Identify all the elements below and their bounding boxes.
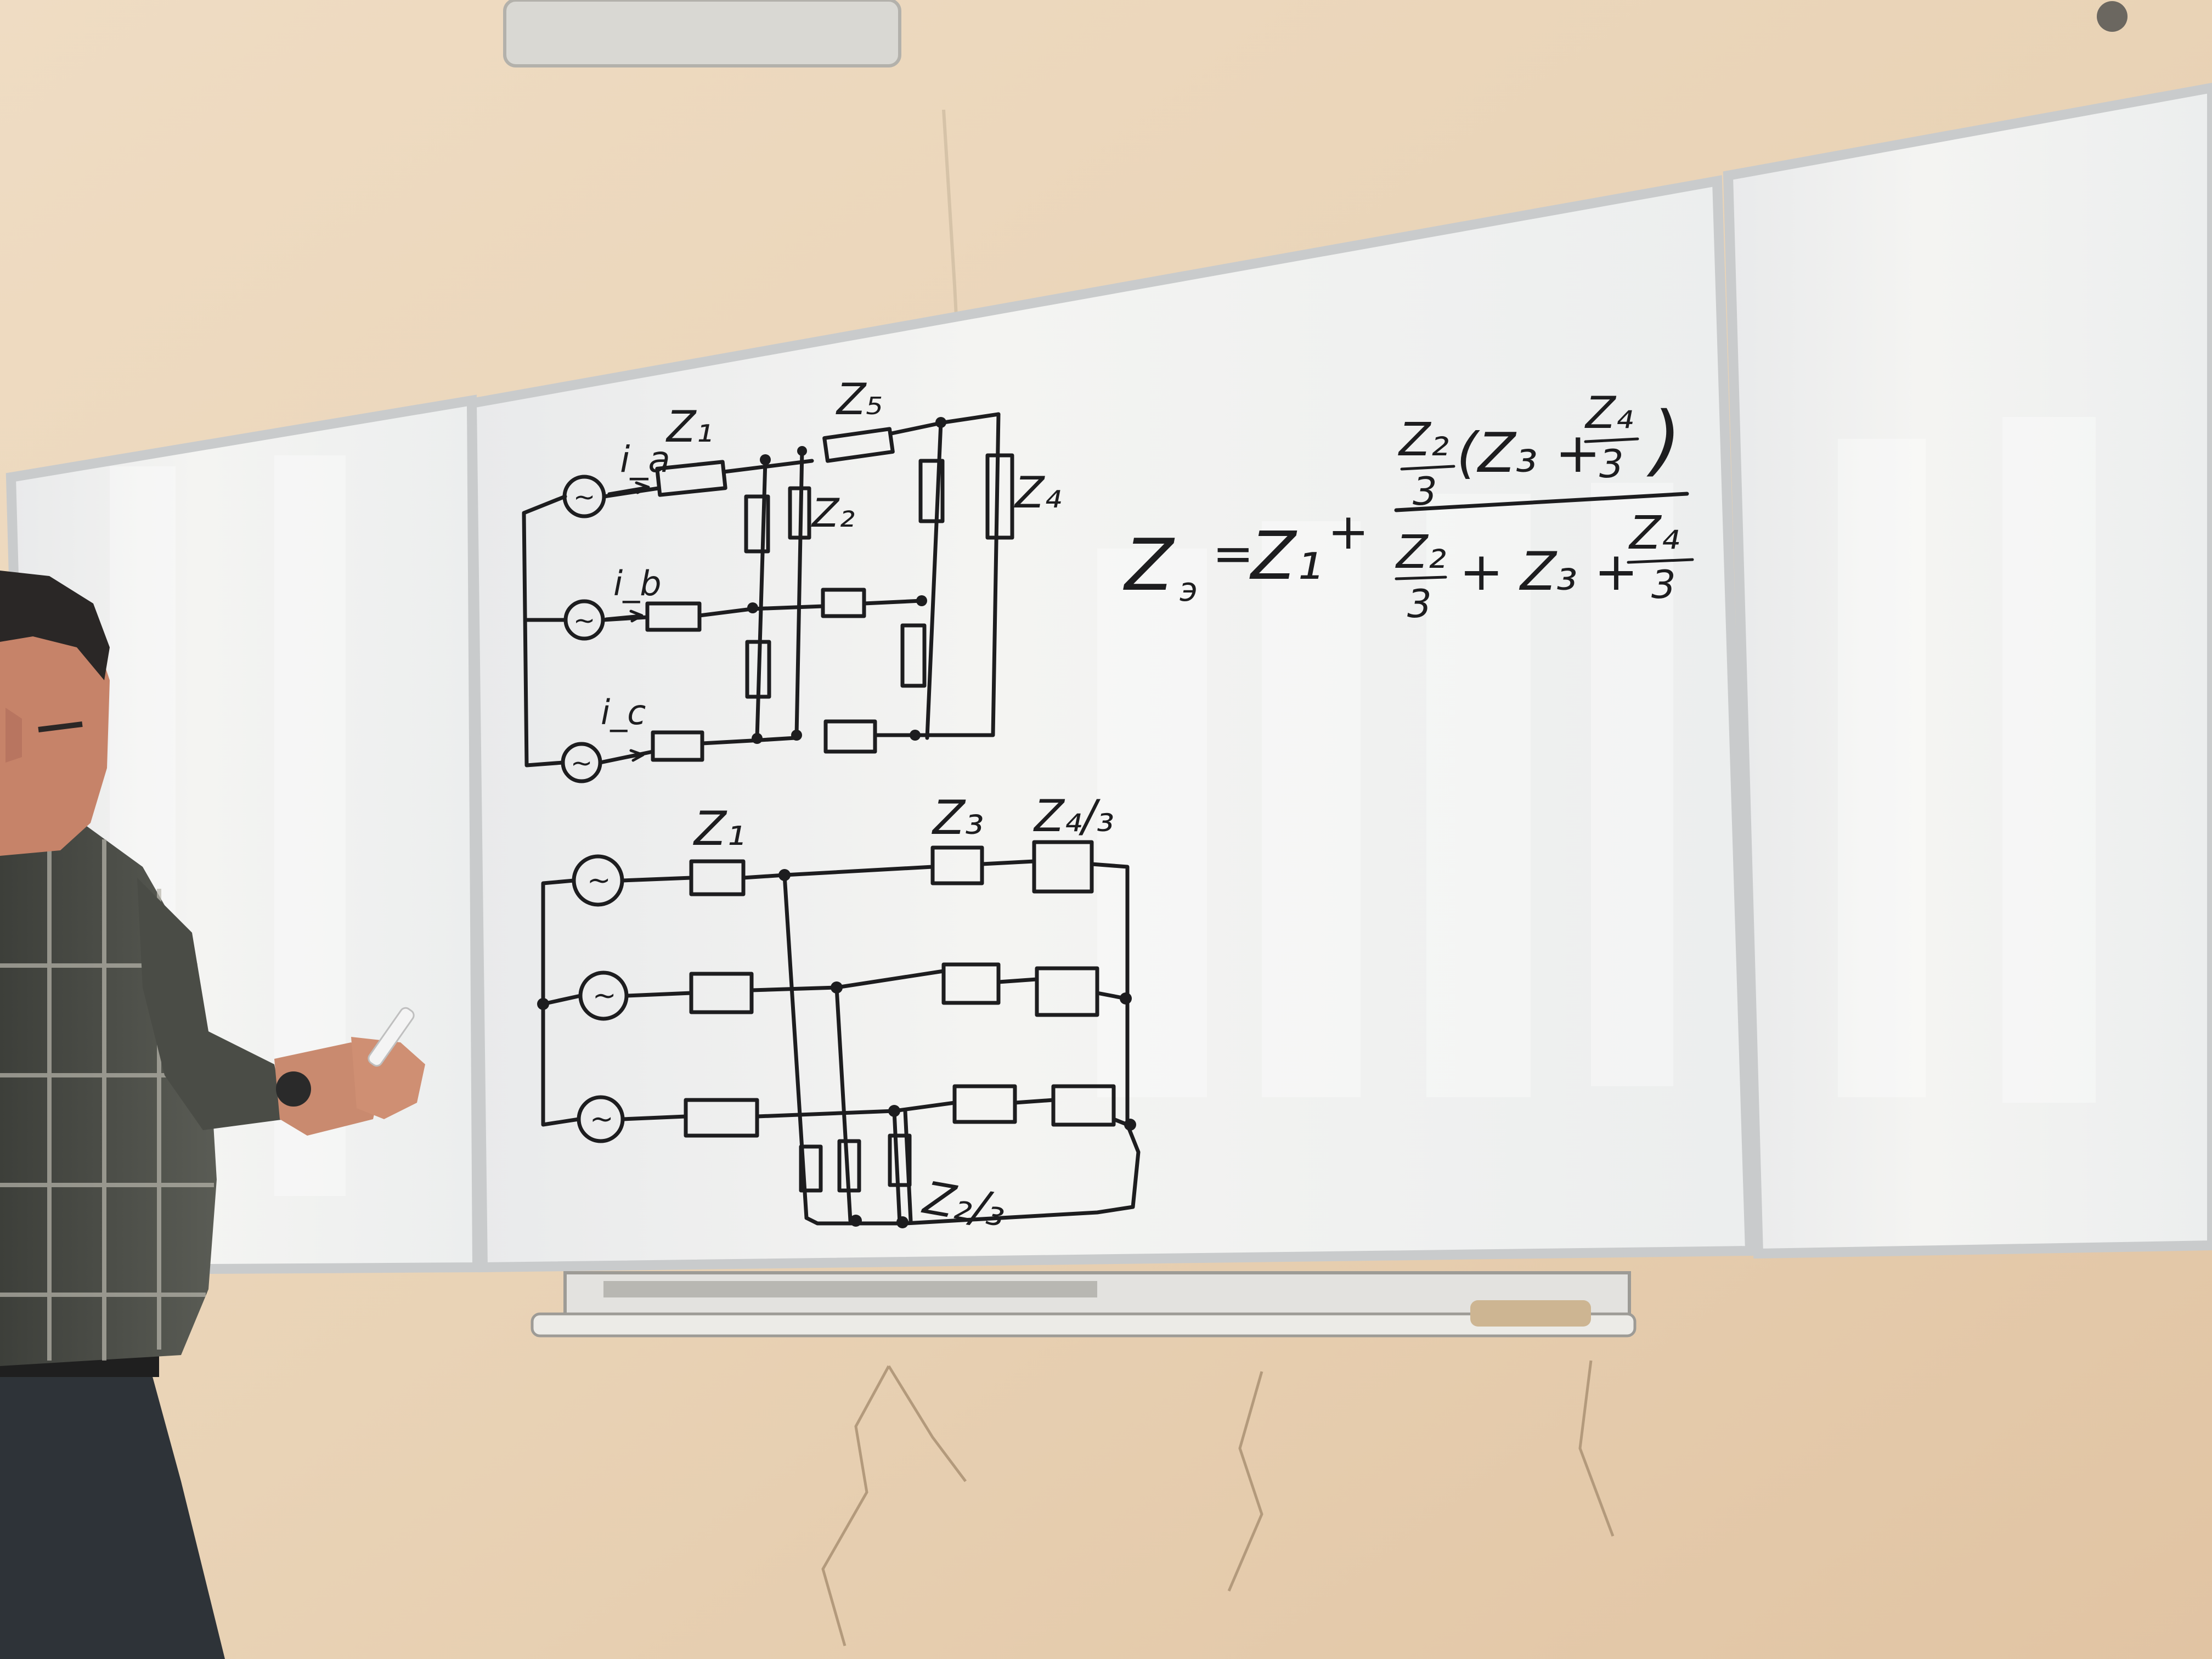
num-right-den: 3: [1599, 442, 1624, 487]
formula-lhs-sub: э: [1180, 571, 1198, 609]
marker-tray-lip: [531, 1312, 1637, 1338]
source-symbol: ~: [592, 979, 617, 1012]
impedance-label-z4: Z₄: [1014, 469, 1062, 518]
formula-plus: +: [1328, 503, 1369, 561]
current-label-b: i_b: [613, 563, 662, 603]
formula-equals: =: [1212, 525, 1254, 583]
source-symbol: ~: [573, 482, 595, 512]
source-symbol: ~: [571, 748, 592, 778]
den-right-num: Z₄: [1628, 506, 1679, 560]
tray-dirt: [603, 1281, 1097, 1297]
impedance-label-z4-over-3: Z₄/₃: [1033, 791, 1114, 842]
current-label-a: i_a: [620, 438, 670, 481]
num-right-num: Z₄: [1584, 387, 1633, 438]
den-left-den: 3: [1407, 582, 1432, 627]
den-mid: + Z₃ +: [1459, 541, 1638, 602]
impedance-label-z5: Z₅: [836, 375, 883, 425]
den-right-den: 3: [1651, 562, 1676, 607]
whiteboard-right-panel: [1723, 82, 2212, 1259]
current-label-c: i_c: [601, 692, 646, 732]
source-symbol: ~: [587, 864, 611, 897]
source-symbol: ~: [590, 1103, 614, 1136]
formula-term-z1: Z₁: [1249, 518, 1322, 595]
impedance-label-z2: Z₂: [811, 490, 855, 536]
num-left-num: Z₂: [1398, 413, 1449, 466]
formula-lhs: Z: [1123, 523, 1175, 607]
wall-hook: [2097, 1, 2128, 32]
eraser: [1470, 1300, 1591, 1327]
num-paren: (Z₃ +: [1457, 421, 1601, 485]
impedance-label-z1: Z₁: [665, 403, 713, 452]
num-paren-close: ): [1646, 396, 1681, 485]
impedance-label-z3: Z₃: [932, 791, 984, 845]
scene-svg: ~ ~ ~ i_a i_b i_c Z₁ Z₅ Z₂ Z₄ ~ ~ ~ Z₁ Z…: [0, 0, 2212, 1659]
impedance-label-z1: Z₁: [693, 802, 745, 856]
wristwatch: [276, 1071, 311, 1107]
source-symbol: ~: [573, 605, 595, 636]
classroom-scene: ~ ~ ~ i_a i_b i_c Z₁ Z₅ Z₂ Z₄ ~ ~ ~ Z₁ Z…: [0, 0, 2212, 1659]
den-left-num: Z₂: [1395, 525, 1446, 579]
ceiling-lamp: [503, 0, 901, 67]
